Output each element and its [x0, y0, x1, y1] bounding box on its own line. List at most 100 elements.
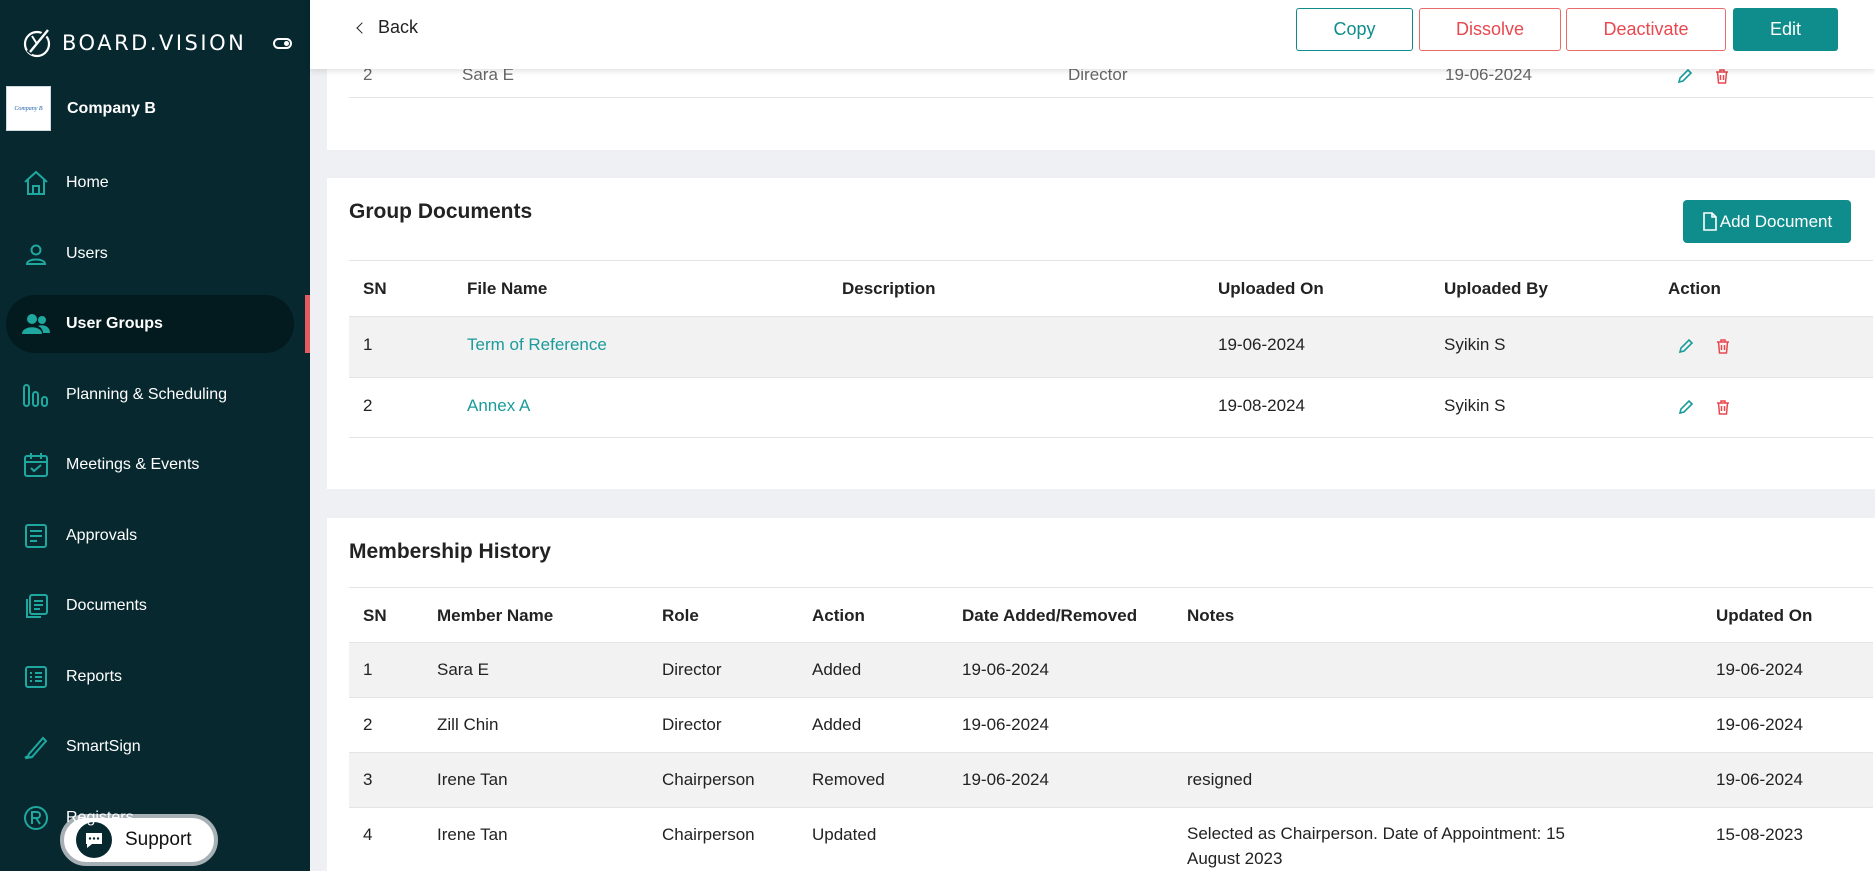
dissolve-button[interactable]: Dissolve: [1419, 8, 1561, 51]
sidebar-item-users[interactable]: Users: [0, 219, 310, 290]
history-sn: 1: [363, 660, 373, 679]
bar-chart-icon: [22, 381, 50, 409]
edit-icon[interactable]: [1678, 338, 1694, 359]
doc-file-link[interactable]: Annex A: [467, 396, 530, 416]
sidebar-item-planning-scheduling[interactable]: Planning & Scheduling: [0, 360, 310, 431]
company-logo: Company B: [6, 86, 51, 131]
pen-icon: [22, 733, 50, 761]
doc-uploaded-on: 19-08-2024: [1218, 396, 1305, 415]
board-vision-logo-icon: [23, 29, 51, 58]
history-member: Zill Chin: [437, 715, 499, 734]
sidebar-item-approvals[interactable]: Approvals: [0, 501, 310, 572]
column-header-updated-on: Updated On: [1716, 606, 1813, 625]
company-name: Company B: [67, 99, 156, 117]
column-header-file-name: File Name: [467, 279, 548, 298]
column-header-uploaded-on: Uploaded On: [1218, 279, 1324, 298]
trash-icon[interactable]: [1716, 338, 1730, 359]
sidebar-toggle-icon[interactable]: [273, 38, 292, 49]
trash-icon[interactable]: [1715, 68, 1729, 89]
brand-name: BOARD.VISION: [62, 31, 247, 55]
column-header-role: Role: [662, 606, 699, 625]
history-action: Removed: [812, 770, 885, 789]
column-header-action: Action: [1668, 279, 1721, 298]
back-label: Back: [378, 17, 419, 37]
sidebar-item-documents[interactable]: Documents: [0, 571, 310, 642]
table-header: SN Member Name Role Action Date Added/Re…: [349, 587, 1873, 642]
file-icon: [1702, 212, 1717, 231]
doc-sn: 1: [363, 335, 373, 354]
sidebar-item-smartsign[interactable]: SmartSign: [0, 712, 310, 783]
sidebar-item-label: Reports: [66, 667, 123, 685]
column-header-sn: SN: [363, 606, 387, 625]
documents-table: SN File Name Description Uploaded On Upl…: [349, 260, 1873, 490]
doc-uploaded-by: Syikin S: [1444, 396, 1506, 415]
sidebar-item-label: Users: [66, 244, 108, 262]
add-document-button[interactable]: Add Document: [1683, 200, 1851, 243]
table-row: 2 Zill Chin Director Added 19-06-2024 19…: [349, 697, 1873, 752]
chat-icon: [76, 822, 112, 858]
history-sn: 4: [363, 825, 373, 844]
sidebar-item-label: Approvals: [66, 526, 138, 544]
copy-button[interactable]: Copy: [1296, 8, 1413, 51]
history-role: Chairperson: [662, 770, 755, 789]
support-label: Support: [125, 829, 192, 850]
column-header-description: Description: [842, 279, 936, 298]
approval-icon: [22, 522, 50, 550]
calendar-icon: [22, 451, 50, 479]
history-member: Sara E: [437, 660, 489, 679]
sidebar-item-home[interactable]: Home: [0, 148, 310, 219]
sidebar-item-label: Meetings & Events: [66, 456, 200, 474]
history-updated: 15-08-2023: [1716, 825, 1803, 844]
sidebar-item-label: Registers: [66, 808, 134, 826]
history-member: Irene Tan: [437, 770, 508, 789]
user-group-icon: [22, 310, 50, 338]
doc-uploaded-on: 19-06-2024: [1218, 335, 1305, 354]
table-row: 3 Irene Tan Chairperson Removed 19-06-20…: [349, 752, 1873, 807]
table-row: 2 Annex A 19-08-2024 Syikin S: [349, 377, 1873, 438]
history-date: 19-06-2024: [962, 770, 1049, 789]
history-action: Added: [812, 660, 862, 679]
history-member: Irene Tan: [437, 825, 508, 844]
history-notes: Selected as Chairperson. Date of Appoint…: [1187, 824, 1566, 868]
top-action-bar: Back Copy Dissolve Deactivate Edit: [310, 0, 1875, 69]
membership-history-table: SN Member Name Role Action Date Added/Re…: [349, 587, 1873, 871]
home-icon: [22, 169, 50, 197]
column-header-date-added-removed: Date Added/Removed: [962, 606, 1138, 625]
deactivate-button[interactable]: Deactivate: [1566, 8, 1726, 51]
trash-icon[interactable]: [1716, 399, 1730, 420]
company-switcher[interactable]: Company B Company B: [6, 86, 156, 131]
membership-history-card: Membership History SN Member Name Role A…: [327, 518, 1875, 871]
edit-icon[interactable]: [1678, 399, 1694, 420]
doc-sn: 2: [363, 396, 373, 415]
reports-icon: [22, 663, 50, 691]
table-row: 4 Irene Tan Chairperson Updated Selected…: [349, 807, 1873, 871]
sidebar-item-label: Home: [66, 174, 109, 192]
sidebar-item-meetings-events[interactable]: Meetings & Events: [0, 430, 310, 501]
sidebar-item-label: Planning & Scheduling: [66, 385, 228, 403]
table-row: 1 Term of Reference 19-06-2024 Syikin S: [349, 316, 1873, 377]
doc-uploaded-by: Syikin S: [1444, 335, 1506, 354]
history-action: Updated: [812, 825, 877, 844]
history-role: Director: [662, 660, 722, 679]
sidebar: BOARD.VISION Company B Company B Home Us…: [0, 0, 310, 871]
sidebar-item-user-groups[interactable]: User Groups: [0, 289, 310, 360]
back-button[interactable]: Back: [356, 17, 419, 38]
sidebar-item-reports[interactable]: Reports: [0, 642, 310, 713]
column-header-uploaded-by: Uploaded By: [1444, 279, 1548, 298]
edit-icon[interactable]: [1677, 68, 1693, 89]
column-header-notes: Notes: [1187, 606, 1235, 625]
history-updated: 19-06-2024: [1716, 770, 1803, 789]
history-date: 19-06-2024: [962, 715, 1049, 734]
column-header-sn: SN: [363, 279, 387, 298]
table-row: 1 Sara E Director Added 19-06-2024 19-06…: [349, 642, 1873, 697]
history-sn: 2: [363, 715, 373, 734]
history-date: 19-06-2024: [962, 660, 1049, 679]
user-icon: [22, 240, 50, 268]
edit-button[interactable]: Edit: [1733, 8, 1838, 51]
chevron-left-icon: [356, 21, 368, 34]
doc-file-link[interactable]: Term of Reference: [467, 335, 607, 355]
column-header-member-name: Member Name: [437, 606, 554, 625]
brand-logo[interactable]: BOARD.VISION: [20, 26, 246, 60]
membership-history-title: Membership History: [349, 540, 551, 563]
group-documents-title: Group Documents: [349, 200, 533, 223]
